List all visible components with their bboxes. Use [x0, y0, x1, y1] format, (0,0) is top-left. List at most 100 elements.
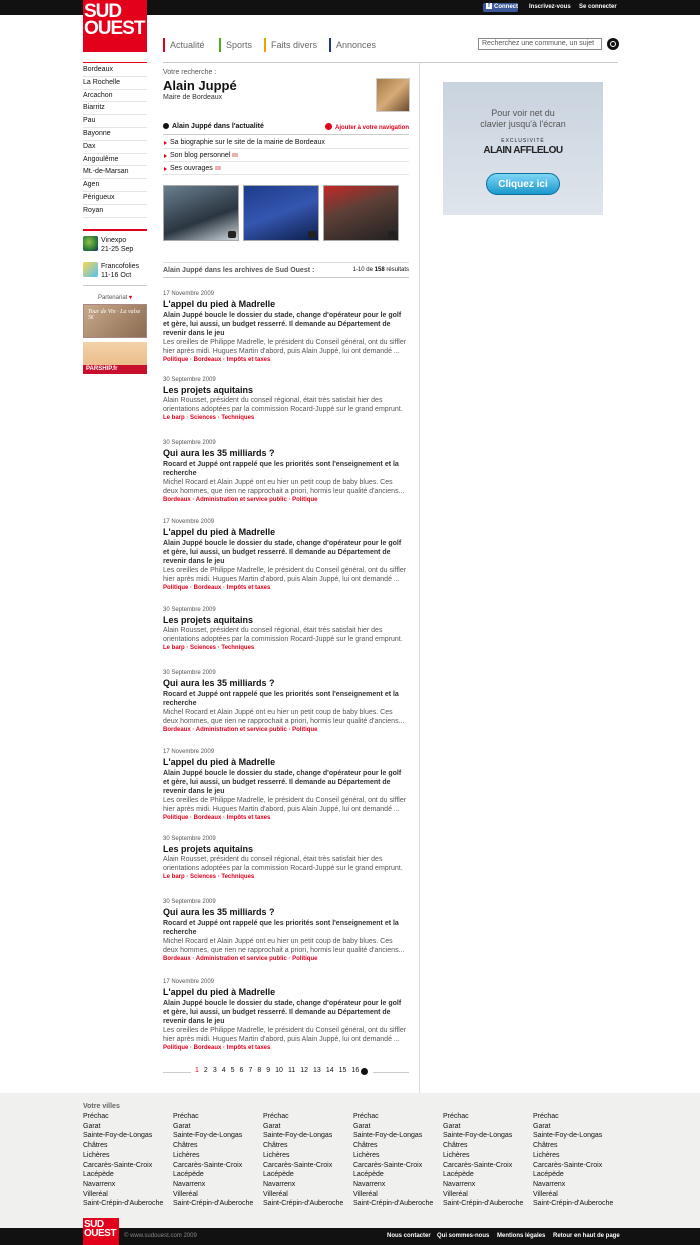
footer-logo[interactable]: SUD OUEST: [83, 1218, 119, 1245]
article-title[interactable]: L'appel du pied à Madrelle: [163, 527, 409, 538]
footer-column: Préchac Garat Sainte-Foy-de-Longas Châtres L…: [443, 1113, 524, 1208]
article-title[interactable]: Qui aura les 35 milliards ?: [163, 907, 409, 918]
blog-link[interactable]: Son blog personnel: [163, 149, 409, 162]
news-title[interactable]: Alain Juppé dans l'actualité: [163, 123, 264, 130]
ad-parship[interactable]: PARSHIP.fr: [83, 342, 147, 374]
add-navigation-button[interactable]: Ajouter à votre navigation: [325, 123, 409, 131]
article-title[interactable]: Les projets aquitains: [163, 385, 409, 396]
photo-thumbnail[interactable]: [163, 185, 239, 241]
footer-column: Préchac Garat Sainte-Foy-de-Longas Châtres L…: [83, 1113, 164, 1208]
article-tags[interactable]: Politique · Bordeaux · Impôts et taxes: [163, 584, 409, 593]
page-link[interactable]: 9: [266, 1067, 270, 1074]
article-tags[interactable]: Politique · Bordeaux · Impôts et taxes: [163, 814, 409, 823]
article-title[interactable]: L'appel du pied à Madrelle: [163, 757, 409, 768]
page-link[interactable]: 6: [240, 1067, 244, 1074]
search-label: Votre recherche :: [163, 69, 217, 76]
chevron-down-icon: ▾: [129, 295, 133, 301]
page-link[interactable]: 8: [257, 1067, 261, 1074]
article-tags[interactable]: Le barp · Sciences · Techniques: [163, 414, 409, 423]
page-link[interactable]: 10: [275, 1067, 283, 1074]
city-link[interactable]: La Rochelle: [83, 77, 147, 90]
article-title[interactable]: Les projets aquitains: [163, 844, 409, 855]
back-to-top-link[interactable]: Retour en haut de page: [553, 1233, 620, 1239]
article-tags[interactable]: Le barp · Sciences · Techniques: [163, 873, 409, 882]
page-link[interactable]: 15: [339, 1067, 347, 1074]
legal-link[interactable]: Mentions légales: [497, 1233, 545, 1239]
page-current[interactable]: 1: [195, 1067, 199, 1074]
article-tags[interactable]: Le barp · Sciences · Techniques: [163, 644, 409, 653]
article-tags[interactable]: Bordeaux · Administration et service pub…: [163, 955, 409, 964]
news-header: Alain Juppé dans l'actualité Ajouter à v…: [163, 121, 409, 135]
city-link[interactable]: Angoulême: [83, 154, 147, 167]
nav-annonces[interactable]: Annonces: [329, 38, 376, 52]
nav-faits-divers[interactable]: Faits divers: [264, 38, 317, 52]
article-item: 30 Septembre 2009 Les projets aquitains …: [163, 606, 409, 653]
page-link[interactable]: 7: [248, 1067, 252, 1074]
login-link[interactable]: Se connecter: [579, 3, 617, 12]
advertisement-banner[interactable]: Pour voir net du clavier jusqu'à l'écran …: [443, 82, 603, 215]
contact-link[interactable]: Nous contacter: [387, 1233, 431, 1239]
page-link[interactable]: 2: [204, 1067, 208, 1074]
article-title[interactable]: L'appel du pied à Madrelle: [163, 987, 409, 998]
page-link[interactable]: 5: [231, 1067, 235, 1074]
footer-column: Préchac Garat Sainte-Foy-de-Longas Châtres L…: [263, 1113, 344, 1208]
video-icon: [308, 231, 316, 238]
city-link[interactable]: Pau: [83, 115, 147, 128]
register-link[interactable]: Inscrivez-vous: [529, 3, 571, 12]
article-tags[interactable]: Bordeaux · Administration et service pub…: [163, 726, 409, 735]
external-link-icon: [214, 166, 221, 171]
article-tags[interactable]: Politique · Bordeaux · Impôts et taxes: [163, 356, 409, 365]
article-tags[interactable]: Bordeaux · Administration et service pub…: [163, 496, 409, 505]
city-link[interactable]: Arcachon: [83, 90, 147, 103]
page-link[interactable]: 3: [213, 1067, 217, 1074]
search-input[interactable]: Recherchez une commune, un sujet: [478, 38, 602, 50]
next-page-icon[interactable]: [361, 1068, 368, 1075]
search-icon[interactable]: [607, 38, 619, 50]
page-link[interactable]: 4: [222, 1067, 226, 1074]
audio-thumbnail[interactable]: [323, 185, 399, 241]
facebook-icon: f: [486, 3, 492, 10]
page-link[interactable]: 14: [326, 1067, 334, 1074]
footer-title: Votre villes: [83, 1103, 120, 1110]
article-item: 17 Novembre 2009 L'appel du pied à Madre…: [163, 290, 409, 365]
article-item: 30 Septembre 2009 Qui aura les 35 millia…: [163, 669, 409, 735]
article-title[interactable]: L'appel du pied à Madrelle: [163, 299, 409, 310]
article-item: 17 Novembre 2009 L'appel du pied à Madre…: [163, 518, 409, 593]
column-divider: [419, 63, 420, 1093]
nav-sports[interactable]: Sports: [219, 38, 252, 52]
city-link[interactable]: Dax: [83, 141, 147, 154]
divider: [163, 62, 618, 63]
facebook-connect-button[interactable]: f Connect: [483, 3, 518, 12]
city-link[interactable]: Bayonne: [83, 128, 147, 141]
article-title[interactable]: Qui aura les 35 milliards ?: [163, 448, 409, 459]
sud-ouest-logo[interactable]: SUD OUEST: [83, 0, 147, 52]
city-link[interactable]: Biarritz: [83, 102, 147, 116]
event-vinexpo[interactable]: Vinexpo 21-25 Sep: [83, 236, 147, 258]
archive-header: Alain Juppé dans les archives de Sud Oue…: [163, 262, 409, 278]
event-francofolies[interactable]: Francofolies 11-16 Oct: [83, 262, 147, 284]
page-link[interactable]: 13: [313, 1067, 321, 1074]
city-link[interactable]: Bordeaux: [83, 64, 147, 77]
video-thumbnail[interactable]: [243, 185, 319, 241]
about-link[interactable]: Qui sommes-nous: [437, 1233, 489, 1239]
article-title[interactable]: Les projets aquitains: [163, 615, 409, 626]
nav-actualite[interactable]: Actualité: [163, 38, 205, 52]
page-title: Alain Juppé: [163, 78, 237, 93]
article-item: 17 Novembre 2009 L'appel du pied à Madre…: [163, 978, 409, 1053]
city-link[interactable]: Périgueux: [83, 192, 147, 205]
divider: [83, 285, 147, 286]
city-link[interactable]: Agen: [83, 179, 147, 192]
article-item: 30 Septembre 2009 Les projets aquitains …: [163, 835, 409, 882]
page-link[interactable]: 16: [351, 1067, 359, 1074]
click-here-button[interactable]: Cliquez ici: [486, 173, 560, 195]
article-title[interactable]: Qui aura les 35 milliards ?: [163, 678, 409, 689]
divider: [83, 229, 147, 231]
books-link[interactable]: Ses ouvrages: [163, 162, 409, 175]
article-tags[interactable]: Politique · Bordeaux · Impôts et taxes: [163, 1044, 409, 1053]
page-link[interactable]: 11: [288, 1067, 295, 1074]
page-link[interactable]: 12: [300, 1067, 308, 1074]
biography-link[interactable]: Sa biographie sur le site de la mairie d…: [163, 136, 409, 149]
city-link[interactable]: Royan: [83, 205, 147, 218]
city-link[interactable]: Mt.-de-Marsan: [83, 166, 147, 180]
ad-tour-de-vin[interactable]: Tour de Vin · La valse 5€: [83, 304, 147, 338]
